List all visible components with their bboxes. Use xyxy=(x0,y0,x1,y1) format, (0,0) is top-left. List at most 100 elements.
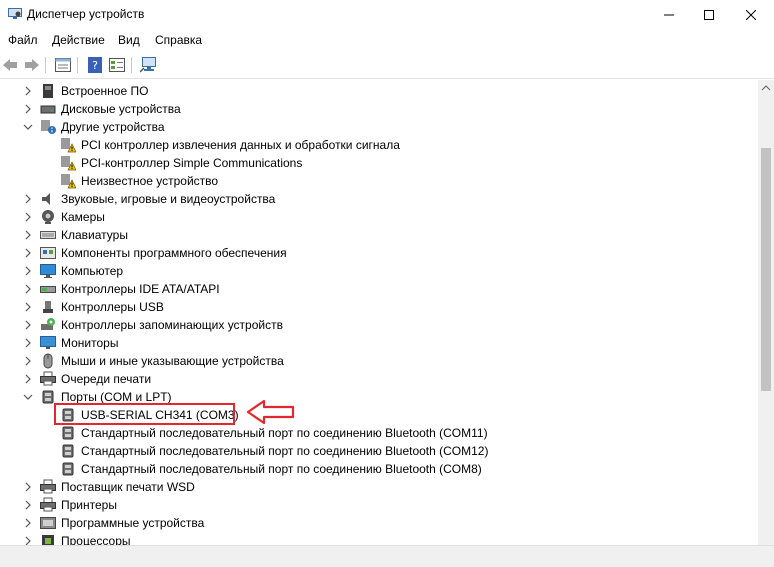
tree-item-label: PCI-контроллер Simple Communications xyxy=(81,156,303,170)
chevron-right-icon[interactable] xyxy=(22,336,34,350)
tree-item[interactable]: Встроенное ПО xyxy=(0,82,758,100)
tree-item-label: Камеры xyxy=(61,210,105,224)
port-icon xyxy=(62,462,74,476)
tree-item[interactable]: Контроллеры запоминающих устройств xyxy=(0,316,758,334)
scroll-up-icon[interactable] xyxy=(758,82,774,94)
tree-item[interactable]: Процессоры xyxy=(0,532,758,545)
tree-item-label: Другие устройства xyxy=(61,120,165,134)
chevron-right-icon[interactable] xyxy=(22,372,34,386)
tree-item-label: PCI контроллер извлечения данных и обраб… xyxy=(81,138,400,152)
tree-item[interactable]: Стандартный последовательный порт по сое… xyxy=(0,460,758,478)
tree-item[interactable]: Неизвестное устройство xyxy=(0,172,758,190)
usb-icon xyxy=(43,301,53,313)
scan-hardware-button[interactable] xyxy=(139,56,159,74)
back-button[interactable] xyxy=(0,56,20,74)
tree-item-label: Клавиатуры xyxy=(61,228,128,242)
chevron-right-icon[interactable] xyxy=(22,192,34,206)
help-button[interactable]: ? xyxy=(85,56,105,74)
properties-button[interactable] xyxy=(53,56,73,74)
tree-item[interactable]: Поставщик печати WSD xyxy=(0,478,758,496)
tree-item-label: Компьютер xyxy=(61,264,124,278)
window-title: Диспетчер устройств xyxy=(27,7,145,21)
chevron-right-icon[interactable] xyxy=(22,210,34,224)
tree-item-label: Процессоры xyxy=(61,534,131,545)
maximize-button[interactable] xyxy=(686,0,732,30)
tree-item[interactable]: Дисковые устройства xyxy=(0,100,758,118)
chevron-right-icon[interactable] xyxy=(22,246,34,260)
vertical-scrollbar[interactable] xyxy=(758,80,774,545)
toolbar-separator xyxy=(77,57,78,73)
chevron-right-icon[interactable] xyxy=(22,318,34,332)
device-manager-icon xyxy=(8,8,22,19)
tree-item-label: Дисковые устройства xyxy=(61,102,181,116)
chevron-right-icon[interactable] xyxy=(22,264,34,278)
tree-item[interactable]: Мыши и иные указывающие устройства xyxy=(0,352,758,370)
print-queue-icon xyxy=(40,371,56,386)
chevron-right-icon[interactable] xyxy=(22,534,34,545)
monitor-icon xyxy=(40,336,56,349)
keyboard-icon xyxy=(40,231,56,239)
toolbar-separator xyxy=(45,57,46,73)
tree-item[interactable]: Стандартный последовательный порт по сое… xyxy=(0,442,758,460)
chevron-right-icon[interactable] xyxy=(22,84,34,98)
tree-item[interactable]: Компоненты программного обеспечения xyxy=(0,244,758,262)
tree-item[interactable]: Клавиатуры xyxy=(0,226,758,244)
horizontal-scrollbar[interactable] xyxy=(0,545,774,567)
tree-item[interactable]: Контроллеры USB xyxy=(0,298,758,316)
tree-item-label: Порты (COM и LPT) xyxy=(61,390,172,404)
storage-controller-icon xyxy=(41,318,55,330)
chevron-right-icon[interactable] xyxy=(22,282,34,296)
chevron-right-icon[interactable] xyxy=(22,354,34,368)
tree-item-label: Мониторы xyxy=(61,336,119,350)
tree-item[interactable]: PCI-контроллер Simple Communications xyxy=(0,154,758,172)
arrow-annotation-icon xyxy=(246,399,295,425)
view-icon xyxy=(109,58,125,72)
close-button[interactable] xyxy=(728,0,774,30)
tree-item[interactable]: Камеры xyxy=(0,208,758,226)
chevron-right-icon[interactable] xyxy=(22,516,34,530)
tree-item[interactable]: Принтеры xyxy=(0,496,758,514)
tree-item[interactable]: Программные устройства xyxy=(0,514,758,532)
menu-action[interactable]: Действие xyxy=(52,33,105,47)
device-tree: Встроенное ПО Дисковые устройства Другие у… xyxy=(0,80,758,545)
forward-button[interactable] xyxy=(22,56,42,74)
chevron-right-icon[interactable] xyxy=(22,480,34,494)
back-icon xyxy=(3,59,17,71)
tree-item-label: Стандартный последовательный порт по сое… xyxy=(81,444,489,458)
ide-controller-icon xyxy=(40,286,56,293)
maximize-icon xyxy=(704,10,714,20)
tree-item-label: Компоненты программного обеспечения xyxy=(61,246,287,260)
software-component-icon xyxy=(40,247,56,259)
minimize-icon xyxy=(664,14,674,16)
toolbar: ? xyxy=(0,52,774,79)
menu-view[interactable]: Вид xyxy=(118,33,140,47)
tree-item-label: Поставщик печати WSD xyxy=(61,480,195,494)
tree-item[interactable]: Контроллеры IDE ATA/ATAPI xyxy=(0,280,758,298)
menu-file[interactable]: Файл xyxy=(8,33,38,47)
chevron-right-icon[interactable] xyxy=(22,102,34,116)
chevron-right-icon[interactable] xyxy=(22,228,34,242)
processor-icon xyxy=(42,535,54,545)
scroll-thumb[interactable] xyxy=(761,148,771,391)
tree-item-label: Контроллеры IDE ATA/ATAPI xyxy=(61,282,220,296)
tree-item[interactable]: Очереди печати xyxy=(0,370,758,388)
chevron-down-icon[interactable] xyxy=(22,120,34,134)
port-icon xyxy=(62,444,74,458)
menu-help[interactable]: Справка xyxy=(155,33,202,47)
printer-icon xyxy=(40,497,56,512)
help-icon: ? xyxy=(88,57,102,73)
tree-item-label: Принтеры xyxy=(61,498,117,512)
tree-item[interactable]: Мониторы xyxy=(0,334,758,352)
tree-item[interactable]: Стандартный последовательный порт по сое… xyxy=(0,424,758,442)
chevron-right-icon[interactable] xyxy=(22,300,34,314)
tree-item[interactable]: Компьютер xyxy=(0,262,758,280)
tree-item[interactable]: PCI контроллер извлечения данных и обраб… xyxy=(0,136,758,154)
tree-item[interactable]: Другие устройства xyxy=(0,118,758,136)
tree-item[interactable]: Звуковые, игровые и видеоустройства xyxy=(0,190,758,208)
chevron-right-icon[interactable] xyxy=(22,498,34,512)
tree-item-label: Программные устройства xyxy=(61,516,205,530)
tree-item-label: Стандартный последовательный порт по сое… xyxy=(81,426,488,440)
chevron-down-icon[interactable] xyxy=(22,390,34,404)
speaker-icon xyxy=(42,193,50,205)
view-button[interactable] xyxy=(107,56,127,74)
